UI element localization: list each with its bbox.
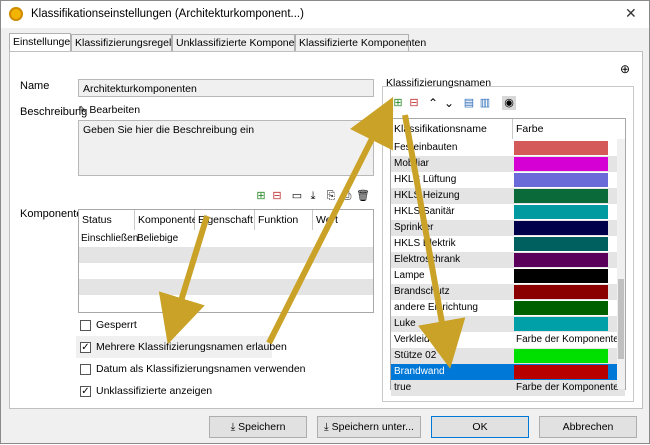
- dialog-window: Klassifikationseinstellungen (Architektu…: [0, 0, 650, 444]
- arrow-to-add-button: [266, 96, 394, 345]
- arrow-to-checkbox: [158, 215, 210, 345]
- arrow-to-new-row: [402, 114, 466, 369]
- annotation-arrows: [158, 96, 466, 369]
